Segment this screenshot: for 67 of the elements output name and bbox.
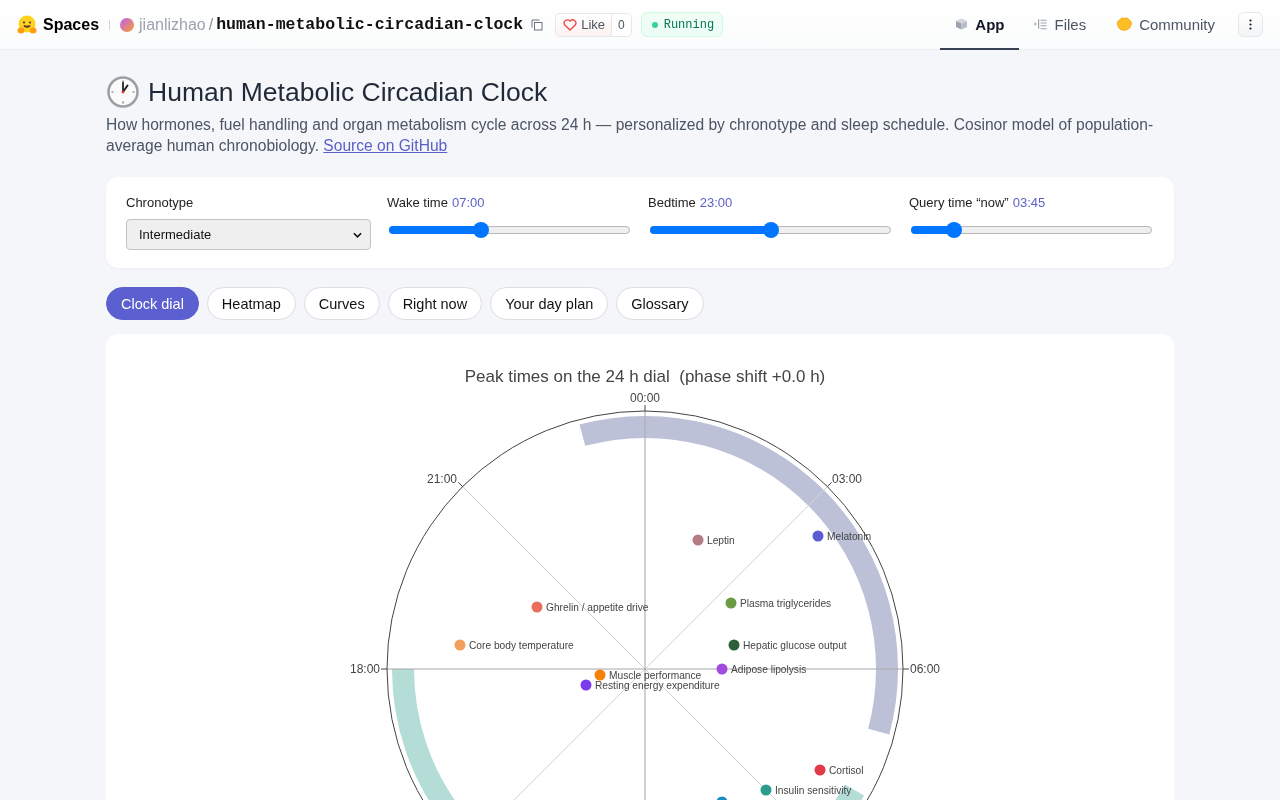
data-point-label: Leptin [707,535,735,546]
view-tab[interactable]: Clock dial [106,287,199,320]
data-point-label: Plasma triglycerides [740,598,832,609]
spaces-link[interactable]: Spaces [17,14,100,35]
cube-icon [955,18,969,30]
slider-thumb[interactable] [946,222,963,238]
data-point-label: Resting energy expenditure [595,680,720,691]
more-icon [1249,19,1252,30]
slider-label: Bedtime [648,195,696,211]
chart-title: Peak times on the 24 h dial (phase shift +0.0 h) [464,367,826,386]
data-point-label: Ghrelin / appetite drive [546,602,649,613]
tick-mark [644,404,646,412]
like-count: 0 [611,12,632,37]
source-link[interactable]: Source on GitHub [323,137,448,154]
like-button[interactable]: Like [555,12,612,37]
tick-label: 03:00 [832,472,863,486]
copy-icon [531,18,544,31]
nav-tab[interactable]: App [940,0,1020,50]
data-point-label: Core body temperature [469,640,574,651]
tick-mark [826,481,833,488]
path-separator: / [208,15,214,34]
slider-reading: 07:00 [451,195,485,211]
copy-button[interactable] [531,18,544,31]
status-dot-icon [651,21,658,28]
slider-thumb[interactable] [473,222,490,238]
nav-tab[interactable]: Community [1101,0,1230,50]
nav-tab[interactable]: Files [1019,0,1102,50]
slider-reading: 03:45 [1012,195,1046,211]
slider-track[interactable] [389,222,630,238]
data-point-label: Muscle performance [609,670,702,681]
tick-mark [902,668,910,670]
repo-name-link[interactable]: human-metabolic-circadian-clock [216,15,524,34]
view-tab[interactable]: Your day plan [490,287,609,320]
data-point-label: Cortisol [829,765,864,776]
status-text: Running [663,17,715,32]
slider-thumb[interactable] [762,222,779,238]
data-point-label: Hepatic glucose output [743,640,847,651]
slider-label: Wake time [387,195,448,211]
tick-label: 18:00 [349,662,380,676]
avatar [120,17,135,32]
slider-reading: 23:00 [699,195,733,211]
data-point-label: Adipose lipolysis [731,664,807,675]
smiley-icon [17,14,37,35]
view-tab[interactable]: Right now [387,287,483,320]
tick-label: 00:00 [630,391,660,405]
tick-mark [380,668,388,670]
data-point-label: Melatonin [827,531,872,542]
chronotype-select[interactable]: Intermediate [126,219,371,250]
clock-icon [107,76,139,108]
slider-track[interactable] [650,222,891,238]
view-tab[interactable]: Curves [303,287,380,320]
tick-label: 06:00 [910,662,941,676]
blob-icon [1116,17,1133,31]
chevron-down-icon [353,231,362,238]
view-tab[interactable]: Heatmap [206,287,296,320]
slider-label: Query time “now” [909,195,1009,211]
page-title: Human Metabolic Circadian Clock [148,76,548,109]
data-point-label: Insulin sensitivity [775,785,852,796]
list-icon [1034,18,1048,30]
view-tab[interactable]: Glossary [616,287,704,320]
heart-icon [563,18,578,31]
select-label: Chronotype [126,195,195,211]
tick-label: 21:00 [426,472,457,486]
more-button[interactable] [1238,12,1263,37]
tick-mark [457,481,464,488]
description: How hormones, fuel handling and organ metabolism cycle across 24 h — personalized by chronotype and sleep schedule. Cosinor model of population-average human chronobiology. Source on GitHub [106,115,1155,156]
slider-track[interactable] [911,222,1152,238]
